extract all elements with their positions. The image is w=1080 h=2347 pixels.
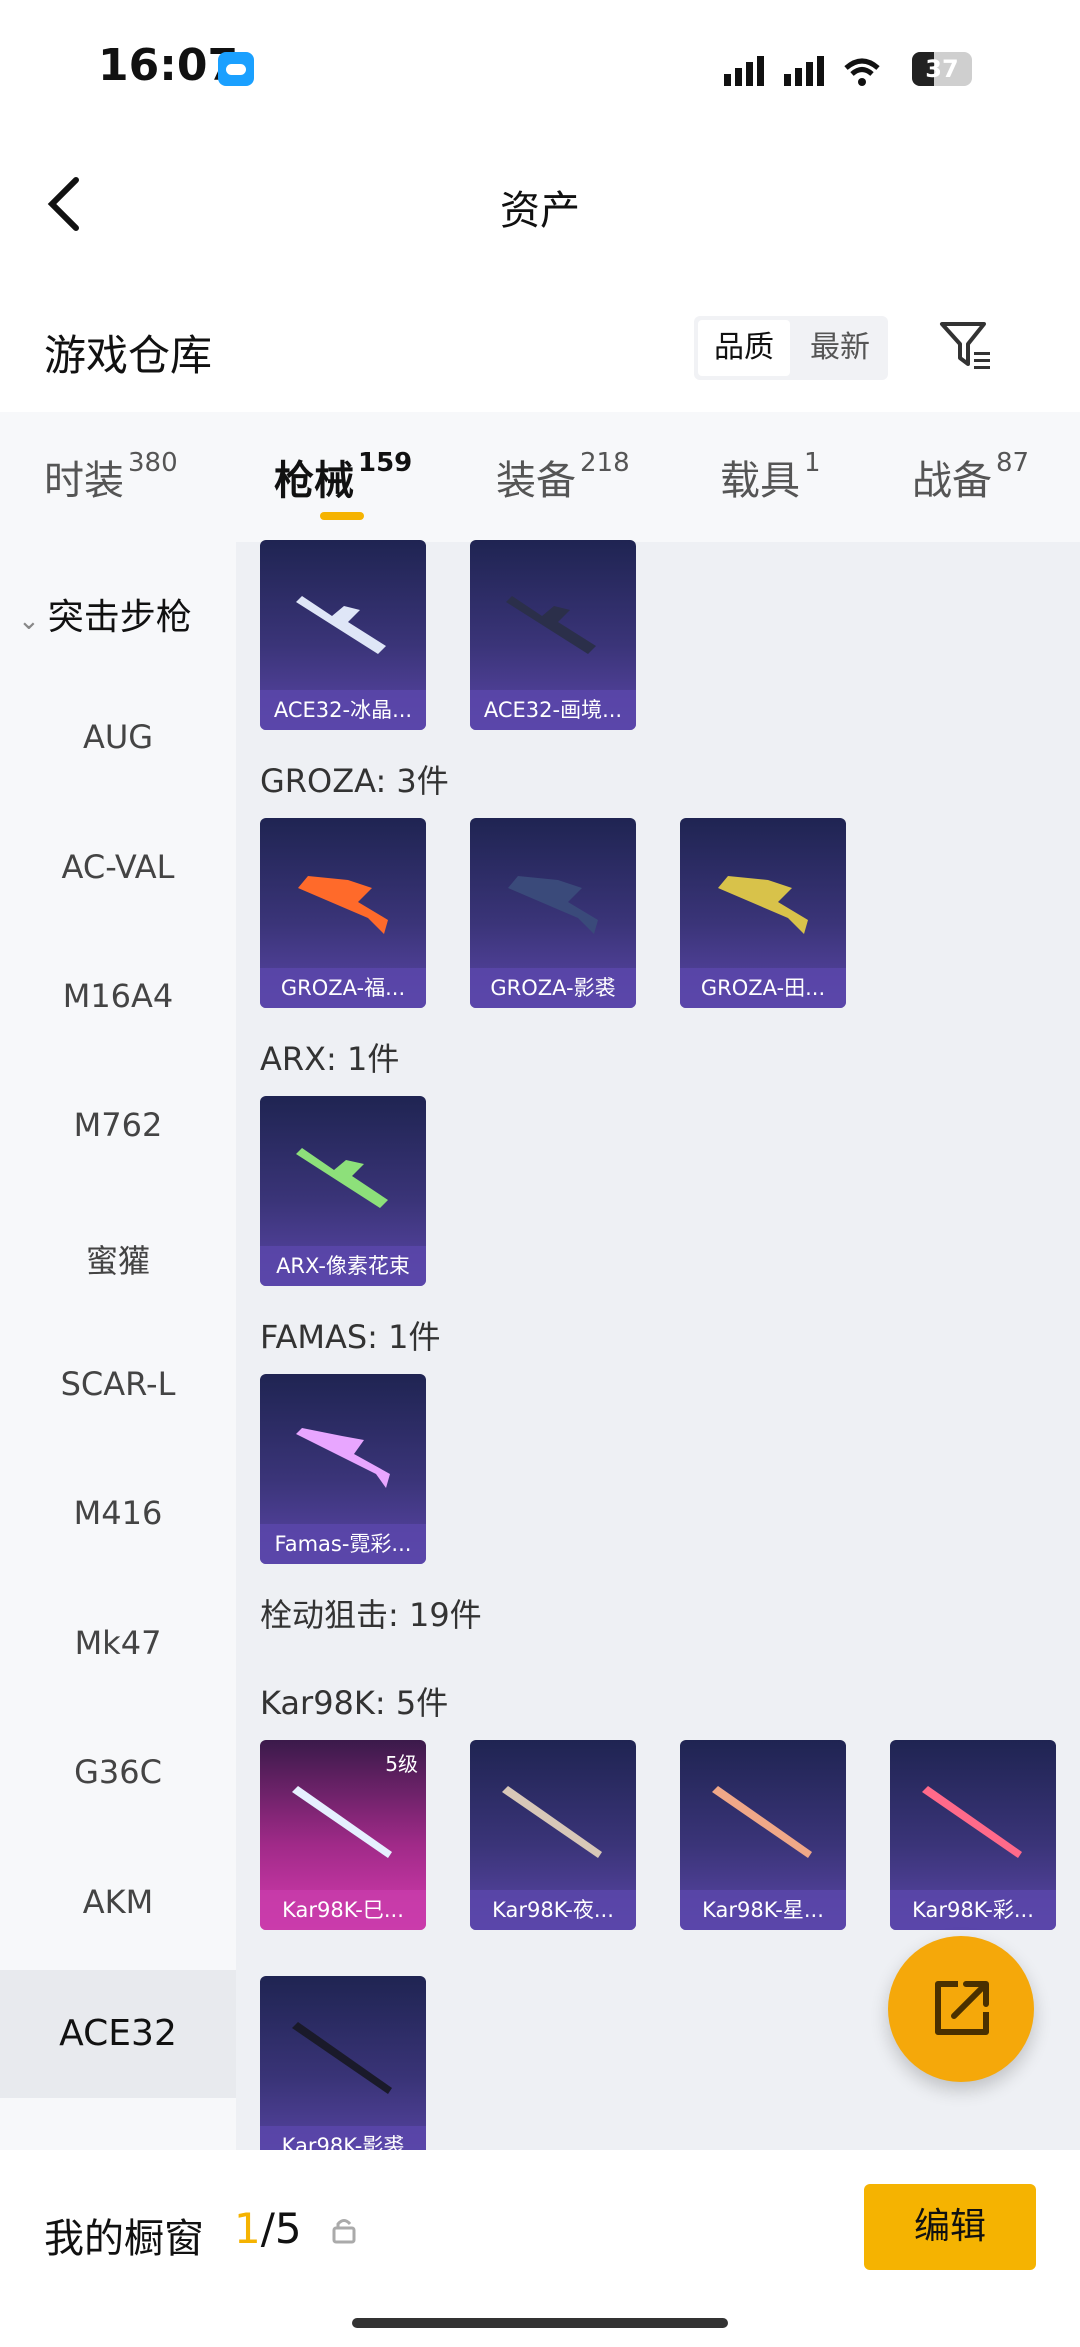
rifle-icon — [296, 1428, 390, 1488]
tab-supplies[interactable]: 战备 87 — [912, 448, 1029, 506]
sidebar-item-m416[interactable]: M416 — [0, 1494, 236, 1532]
tab-label: 时装 — [44, 458, 124, 504]
sidebar-item-scar-l[interactable]: SCAR-L — [0, 1365, 236, 1403]
item-card[interactable]: GROZA-影裘 — [470, 818, 636, 1008]
page-title: 资产 — [500, 188, 580, 234]
item-card[interactable]: ARX-像素花束 — [260, 1096, 426, 1286]
tab-count: 218 — [580, 448, 630, 478]
item-card[interactable]: ACE32-画境... — [470, 540, 636, 730]
item-card[interactable]: ACE32-冰晶... — [260, 540, 426, 730]
item-name: ACE32-画境... — [470, 690, 636, 730]
share-button[interactable] — [888, 1936, 1034, 2082]
item-name: Famas-霓彩... — [260, 1524, 426, 1564]
tab-count: 1 — [804, 448, 821, 478]
rifle-icon — [506, 596, 596, 654]
sidebar-item-ace32[interactable]: ACE32 — [0, 1970, 236, 2098]
showcase-label: 我的橱窗 — [44, 2216, 204, 2262]
edit-button[interactable]: 编辑 — [864, 2184, 1036, 2270]
sidebar-item-m16a4[interactable]: M16A4 — [0, 977, 236, 1015]
item-card[interactable]: GROZA-福... — [260, 818, 426, 1008]
item-card[interactable]: Kar98K-星... — [680, 1740, 846, 1930]
section-title-kar98k: Kar98K: 5件 — [260, 1684, 449, 1722]
item-name: Kar98K-巳... — [260, 1890, 426, 1930]
item-name: ARX-像素花束 — [260, 1246, 426, 1286]
active-tab-indicator — [320, 512, 364, 520]
section-title-arx: ARX: 1件 — [260, 1040, 400, 1078]
lock-icon — [332, 2219, 356, 2244]
sidebar-item-honey-badger[interactable]: 蜜獾 — [0, 1236, 236, 1282]
warehouse-title: 游戏仓库 — [44, 331, 213, 380]
item-card[interactable]: 5级 Kar98K-巳... — [260, 1740, 426, 1930]
section-title-bolt-action: 栓动狙击: 19件 — [260, 1596, 482, 1634]
rifle-icon — [296, 596, 386, 654]
item-card[interactable]: Kar98K-夜... — [470, 1740, 636, 1930]
item-name: GROZA-影裘 — [470, 968, 636, 1008]
rifle-icon — [502, 1786, 602, 1858]
signal-icon — [724, 56, 880, 86]
showcase-current: 1 — [234, 2204, 261, 2253]
item-name: GROZA-福... — [260, 968, 426, 1008]
external-link-icon — [935, 1981, 989, 2035]
filter-icon[interactable] — [938, 318, 994, 374]
item-card[interactable]: Famas-霓彩... — [260, 1374, 426, 1564]
tab-count: 159 — [358, 448, 413, 478]
cloud-icon — [218, 52, 254, 86]
chevron-down-icon: ⌄ — [18, 606, 40, 636]
tab-count: 87 — [996, 448, 1030, 478]
sidebar-item-m762[interactable]: M762 — [0, 1106, 236, 1144]
tab-label: 战备 — [912, 458, 992, 504]
sort-newest-button[interactable]: 最新 — [794, 320, 886, 376]
item-name: GROZA-田... — [680, 968, 846, 1008]
sidebar-item-ac-val[interactable]: AC-VAL — [0, 848, 236, 886]
rifle-icon — [292, 1786, 392, 1858]
rifle-icon — [712, 1786, 812, 1858]
tab-label: 载具 — [720, 458, 800, 504]
tab-count: 380 — [128, 448, 178, 478]
sidebar-item-aug[interactable]: AUG — [0, 718, 236, 756]
showcase-total: /5 — [260, 2204, 302, 2253]
tab-firearms[interactable]: 枪械 159 — [274, 448, 412, 506]
showcase-count: 1/5 — [234, 2204, 302, 2253]
sidebar-item-akm[interactable]: AKM — [0, 1883, 236, 1921]
item-card[interactable]: Kar98K-彩... — [890, 1740, 1056, 1930]
item-name: Kar98K-星... — [680, 1890, 846, 1930]
level-badge: 5级 — [385, 1752, 418, 1776]
rifle-icon — [292, 2022, 392, 2094]
item-name: Kar98K-彩... — [890, 1890, 1056, 1930]
tab-vehicles[interactable]: 载具 1 — [720, 448, 821, 506]
rifle-icon — [922, 1786, 1022, 1858]
item-name: Kar98K-夜... — [470, 1890, 636, 1930]
rifle-icon — [508, 876, 598, 934]
section-title-famas: FAMAS: 1件 — [260, 1318, 441, 1356]
rifle-icon — [718, 876, 808, 934]
tab-equipment[interactable]: 装备 218 — [496, 448, 630, 506]
item-name: ACE32-冰晶... — [260, 690, 426, 730]
sidebar-item-g36c[interactable]: G36C — [0, 1753, 236, 1791]
tab-label: 枪械 — [274, 458, 354, 504]
sidebar-group-label: 突击步枪 — [47, 597, 192, 638]
item-card[interactable]: GROZA-田... — [680, 818, 846, 1008]
sort-quality-button[interactable]: 品质 — [698, 320, 790, 376]
sidebar-group-assault-rifles[interactable]: ⌄ 突击步枪 — [18, 588, 192, 640]
battery-icon: 37 — [912, 52, 972, 86]
tab-label: 装备 — [496, 458, 576, 504]
rifle-icon — [296, 1148, 388, 1208]
rifle-icon — [298, 876, 388, 934]
home-indicator — [352, 2318, 728, 2328]
item-card[interactable]: Kar98K-影裘 — [260, 1976, 426, 2166]
sidebar-item-mk47[interactable]: Mk47 — [0, 1624, 236, 1662]
tab-fashion[interactable]: 时装 380 — [44, 448, 178, 506]
battery-level: 37 — [925, 55, 959, 83]
section-title-groza: GROZA: 3件 — [260, 762, 449, 800]
